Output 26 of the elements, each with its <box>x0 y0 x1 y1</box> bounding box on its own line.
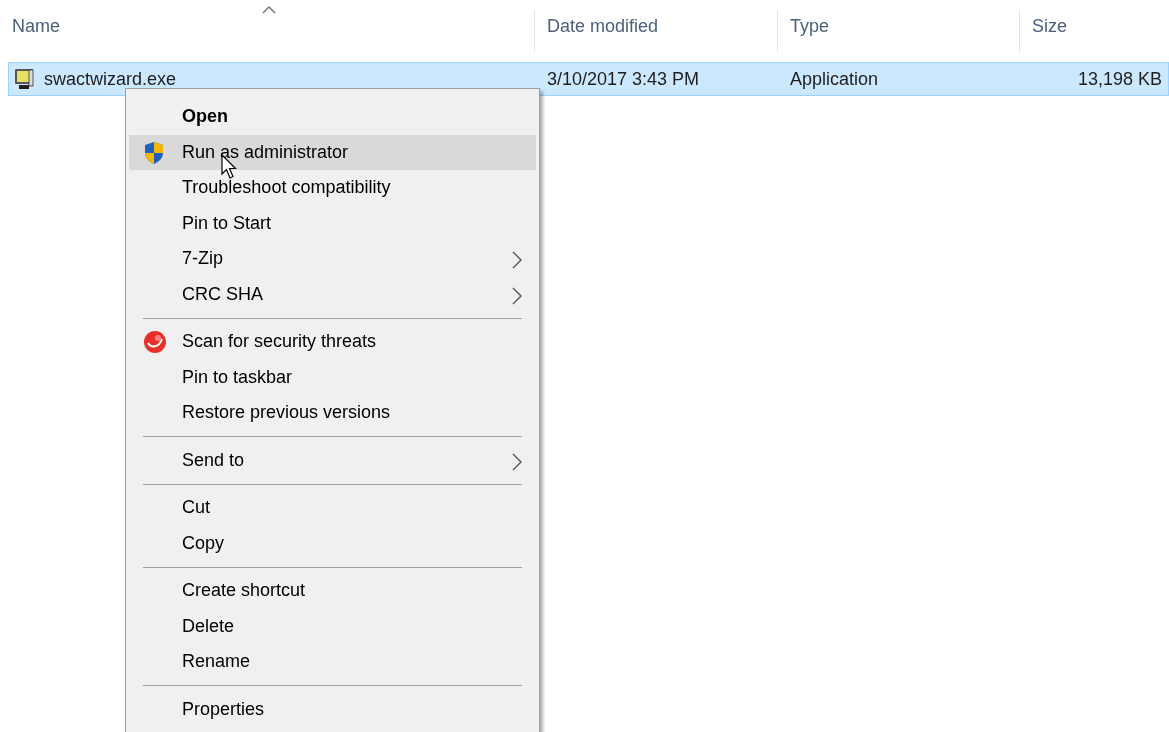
column-header[interactable]: Size <box>1020 10 1169 52</box>
file-row[interactable]: swactwizard.exe 3/10/2017 3:43 PM Application 13,198 KB <box>8 62 1169 96</box>
column-header[interactable]: Type <box>778 10 1020 52</box>
menu-item[interactable]: Delete <box>129 608 536 644</box>
menu-item[interactable]: Properties <box>129 691 536 727</box>
menu-item[interactable]: Create shortcut <box>129 573 536 609</box>
menu-item[interactable]: Open <box>129 99 536 135</box>
menu-item[interactable]: Restore previous versions <box>129 395 536 431</box>
column-header[interactable]: Name <box>0 10 535 52</box>
menu-item[interactable]: Send to <box>129 442 536 478</box>
menu-item[interactable]: CRC SHA <box>129 276 536 312</box>
file-size: 13,198 KB <box>1077 68 1162 89</box>
file-type: Application <box>790 68 879 89</box>
menu-item[interactable]: Pin to Start <box>129 205 536 241</box>
menu-item[interactable]: Cut <box>129 490 536 526</box>
column-header[interactable]: Date modified <box>535 10 778 52</box>
scan-icon <box>143 330 167 354</box>
menu-item[interactable]: Pin to taskbar <box>129 359 536 395</box>
menu-item[interactable]: Scan for security threats <box>129 324 536 360</box>
shield-icon <box>143 140 165 165</box>
menu-item[interactable]: Rename <box>129 644 536 680</box>
file-date: 3/10/2017 3:43 PM <box>547 68 700 89</box>
menu-item[interactable]: Copy <box>129 525 536 561</box>
file-name: swactwizard.exe <box>44 68 177 90</box>
menu-item[interactable]: 7-Zip <box>129 241 536 277</box>
menu-item[interactable]: Troubleshoot compatibility <box>129 170 536 206</box>
